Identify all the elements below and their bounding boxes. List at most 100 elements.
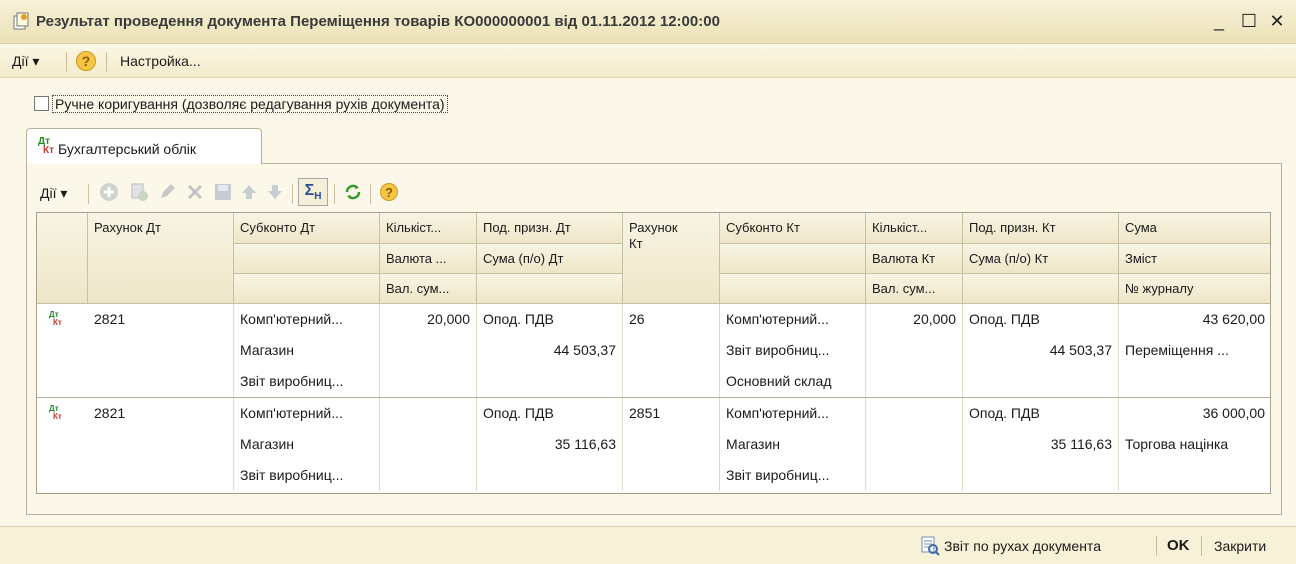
delete-icon[interactable] bbox=[182, 178, 208, 206]
close-dialog-button[interactable]: Закрити bbox=[1214, 538, 1266, 554]
cell-zmist[interactable]: Торгова націнка bbox=[1119, 429, 1270, 460]
cell-subkonto-dt[interactable]: Звіт виробниц... bbox=[234, 366, 380, 397]
cell-empty bbox=[963, 366, 1119, 397]
cell-subkonto-kt[interactable]: Комп'ютерний... bbox=[720, 398, 866, 429]
header-subkonto-dt-3 bbox=[234, 274, 380, 304]
table-actions-menu[interactable]: Дії ▾ bbox=[40, 185, 67, 202]
cell-subkonto-dt[interactable]: Комп'ютерний... bbox=[234, 304, 380, 335]
help-icon[interactable]: ? bbox=[376, 178, 402, 206]
cell-subkonto-kt[interactable]: Звіт виробниц... bbox=[720, 335, 866, 366]
cell-zmist[interactable]: Переміщення ... bbox=[1119, 335, 1270, 366]
cell-pod-kt[interactable]: Опод. ПДВ bbox=[963, 398, 1119, 429]
header-suma-po-dt[interactable]: Сума (п/о) Дт bbox=[477, 244, 623, 274]
cell-suma-po-kt[interactable]: 35 116,63 bbox=[963, 429, 1119, 460]
header-valuta-dt[interactable]: Валюта ... bbox=[380, 244, 477, 274]
report-icon bbox=[921, 536, 940, 556]
window-titlebar: Результат проведення документа Переміщен… bbox=[0, 0, 1296, 44]
minimize-button[interactable]: _ bbox=[1208, 10, 1230, 32]
cell-rahunok-kt[interactable]: 26 bbox=[623, 304, 720, 397]
cell-rahunok-dt[interactable]: 2821 bbox=[88, 398, 234, 491]
header-rahunok-kt[interactable]: Рахунок Кт bbox=[623, 213, 720, 304]
header-val-sum-kt[interactable]: Вал. сум... bbox=[866, 274, 963, 304]
header-subkonto-kt[interactable]: Субконто Кт bbox=[720, 213, 866, 244]
header-subkonto-kt-2 bbox=[720, 244, 866, 274]
cell-suma-po-dt[interactable]: 35 116,63 bbox=[477, 429, 623, 460]
cell-kilkist-dt[interactable]: 20,000 bbox=[380, 304, 477, 335]
cell-rahunok-dt[interactable]: 2821 bbox=[88, 304, 234, 397]
sigma-h-icon[interactable]: ΣH bbox=[298, 178, 328, 206]
document-icon bbox=[13, 12, 29, 30]
move-up-icon[interactable] bbox=[236, 178, 262, 206]
cell-subkonto-dt[interactable]: Магазин bbox=[234, 429, 380, 460]
cell-suma[interactable]: 43 620,00 bbox=[1119, 304, 1270, 335]
header-suma-po-kt[interactable]: Сума (п/о) Кт bbox=[963, 244, 1119, 274]
header-kilkist-dt[interactable]: Кількіст... bbox=[380, 213, 477, 244]
maximize-button[interactable]: ☐ bbox=[1238, 10, 1260, 32]
cell-valuta-kt[interactable] bbox=[866, 335, 963, 397]
cell-pod-dt[interactable]: Опод. ПДВ bbox=[477, 398, 623, 429]
cell-subkonto-kt[interactable]: Основний склад bbox=[720, 366, 866, 397]
movements-report-button[interactable]: Звіт по рухах документа bbox=[944, 538, 1101, 554]
cell-valuta-dt[interactable] bbox=[380, 335, 477, 397]
toolbar-divider bbox=[88, 184, 89, 204]
cell-suma[interactable]: 36 000,00 bbox=[1119, 398, 1270, 429]
copy-icon[interactable] bbox=[126, 178, 152, 206]
dt-kt-icon: Дт Кт bbox=[38, 136, 55, 156]
header-rahunok-dt[interactable]: Рахунок Дт bbox=[88, 213, 234, 304]
refresh-icon[interactable] bbox=[340, 178, 366, 206]
help-icon[interactable]: ? bbox=[76, 51, 96, 71]
cell-subkonto-kt[interactable]: Магазин bbox=[720, 429, 866, 460]
cell-subkonto-kt[interactable]: Комп'ютерний... bbox=[720, 304, 866, 335]
cell-rahunok-kt[interactable]: 2851 bbox=[623, 398, 720, 491]
header-kilkist-kt[interactable]: Кількіст... bbox=[866, 213, 963, 244]
close-button[interactable]: ✕ bbox=[1266, 10, 1288, 32]
header-rahunok-kt-line2: Кт bbox=[629, 236, 643, 251]
actions-menu[interactable]: Дії ▾ bbox=[12, 53, 39, 70]
header-suma[interactable]: Сума bbox=[1119, 213, 1270, 244]
manual-edit-label[interactable]: Ручне коригування (дозволяє редагування … bbox=[52, 95, 448, 113]
footer-divider bbox=[1201, 536, 1202, 556]
header-valuta-kt[interactable]: Валюта Кт bbox=[866, 244, 963, 274]
cell-journal[interactable] bbox=[1119, 460, 1270, 491]
menu-divider bbox=[66, 52, 67, 72]
cell-empty bbox=[477, 460, 623, 491]
menubar: Дії ▾ ? Настройка... bbox=[0, 44, 1296, 78]
tab-accounting-label: Бухгалтерський облік bbox=[58, 141, 196, 157]
svg-text:?: ? bbox=[385, 185, 393, 200]
cell-kilkist-kt[interactable] bbox=[866, 398, 963, 491]
header-val-sum-dt[interactable]: Вал. сум... bbox=[380, 274, 477, 304]
cell-pod-dt[interactable]: Опод. ПДВ bbox=[477, 304, 623, 335]
header-subkonto-kt-3 bbox=[720, 274, 866, 304]
dialog-footer: Звіт по рухах документа OK Закрити bbox=[0, 526, 1296, 564]
cell-suma-po-dt[interactable]: 44 503,37 bbox=[477, 335, 623, 366]
cell-subkonto-dt[interactable]: Комп'ютерний... bbox=[234, 398, 380, 429]
cell-pod-kt[interactable]: Опод. ПДВ bbox=[963, 304, 1119, 335]
move-down-icon[interactable] bbox=[262, 178, 288, 206]
cell-journal[interactable] bbox=[1119, 366, 1270, 397]
header-journal[interactable]: № журналу bbox=[1119, 274, 1270, 304]
ok-button[interactable]: OK bbox=[1167, 537, 1190, 554]
header-pod-dt[interactable]: Под. призн. Дт bbox=[477, 213, 623, 244]
settings-menu[interactable]: Настройка... bbox=[120, 53, 201, 69]
cell-subkonto-dt[interactable]: Звіт виробниц... bbox=[234, 460, 380, 491]
header-pod-dt-3 bbox=[477, 274, 623, 304]
row-dt-kt-icon: Дт Кт bbox=[49, 310, 62, 327]
header-pod-kt[interactable]: Под. призн. Кт bbox=[963, 213, 1119, 244]
manual-edit-checkbox[interactable] bbox=[34, 96, 49, 111]
header-pod-kt-3 bbox=[963, 274, 1119, 304]
cell-kilkist-kt[interactable]: 20,000 bbox=[866, 304, 963, 335]
toolbar-divider bbox=[292, 184, 293, 204]
window-title: Результат проведення документа Переміщен… bbox=[36, 13, 720, 30]
cell-subkonto-kt[interactable]: Звіт виробниц... bbox=[720, 460, 866, 491]
toolbar-divider bbox=[370, 184, 371, 204]
header-row-icon bbox=[37, 213, 88, 304]
cell-kilkist-dt[interactable] bbox=[380, 398, 477, 491]
save-icon[interactable] bbox=[210, 178, 236, 206]
edit-icon[interactable] bbox=[154, 178, 180, 206]
add-icon[interactable] bbox=[96, 178, 122, 206]
cell-suma-po-kt[interactable]: 44 503,37 bbox=[963, 335, 1119, 366]
cell-empty bbox=[963, 460, 1119, 491]
header-subkonto-dt[interactable]: Субконто Дт bbox=[234, 213, 380, 244]
cell-subkonto-dt[interactable]: Магазин bbox=[234, 335, 380, 366]
header-zmist[interactable]: Зміст bbox=[1119, 244, 1270, 274]
